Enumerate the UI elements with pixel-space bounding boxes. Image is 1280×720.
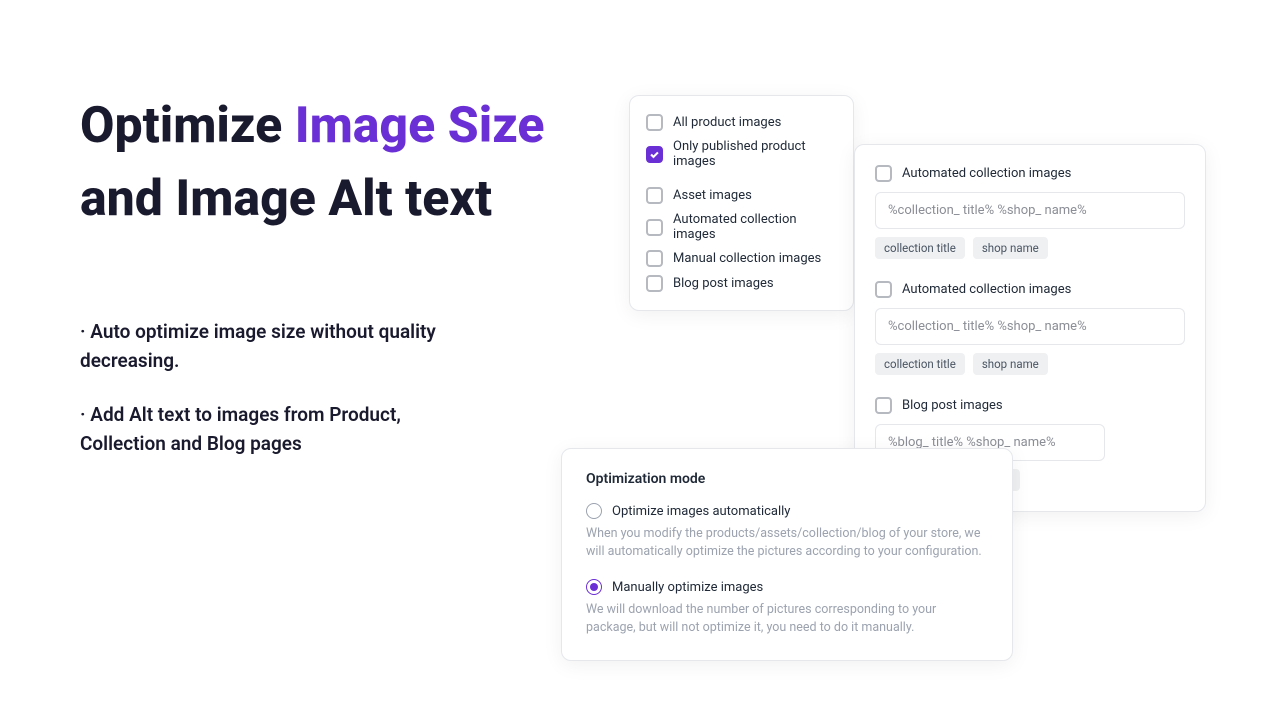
checkbox-icon (646, 146, 663, 163)
radio-optimize-automatically[interactable]: Optimize images automatically (586, 503, 988, 519)
checkbox-icon (646, 219, 663, 236)
checkbox-icon (646, 114, 663, 131)
checkbox-label: Automated collection images (902, 166, 1071, 181)
checkbox-icon (875, 165, 892, 182)
page-heading: Optimize Image Size and Image Alt text (80, 90, 620, 235)
checkbox-label: Only published product images (673, 139, 837, 169)
alt-text-group-1: Automated collection images %collection_ … (875, 281, 1185, 375)
checkbox-icon (646, 275, 663, 292)
bullet-1: · Auto optimize image size without quali… (80, 318, 460, 375)
radio-label: Manually optimize images (612, 580, 763, 595)
checkbox-row-4[interactable]: Manual collection images (646, 250, 837, 267)
checkbox-icon (646, 187, 663, 204)
feature-bullets: · Auto optimize image size without quali… (80, 318, 460, 484)
manual-optimize-help: We will download the number of pictures … (586, 601, 988, 637)
heading-part2: and Image Alt text (80, 170, 492, 228)
optimization-mode-title: Optimization mode (586, 471, 988, 487)
checkbox-row-2[interactable]: Asset images (646, 187, 837, 204)
checkbox-icon (875, 397, 892, 414)
image-types-card: All product images Only published product… (629, 95, 854, 311)
alt-text-group-0: Automated collection images %collection_ … (875, 165, 1185, 259)
checkbox-row[interactable]: Automated collection images (875, 165, 1185, 182)
radio-label: Optimize images automatically (612, 504, 790, 519)
template-tags: collection title shop name (875, 237, 1185, 259)
checkbox-row[interactable]: Automated collection images (875, 281, 1185, 298)
checkbox-label: Automated collection images (673, 212, 837, 242)
template-tag[interactable]: collection title (875, 353, 965, 375)
radio-manual-optimize[interactable]: Manually optimize images (586, 579, 988, 595)
alt-text-template-input[interactable]: %collection_ title% %shop_ name% (875, 192, 1185, 229)
radio-icon (586, 579, 602, 595)
optimization-mode-card: Optimization mode Optimize images automa… (561, 448, 1013, 661)
checkbox-label: Asset images (673, 188, 752, 203)
template-tags: collection title shop name (875, 353, 1185, 375)
heading-accent: Image Size (295, 97, 545, 155)
alt-text-template-input[interactable]: %collection_ title% %shop_ name% (875, 308, 1185, 345)
checkbox-label: Automated collection images (902, 282, 1071, 297)
checkbox-label: All product images (673, 115, 781, 130)
template-tag[interactable]: shop name (973, 353, 1048, 375)
bullet-2: · Add Alt text to images from Product, C… (80, 401, 460, 458)
template-tag[interactable]: collection title (875, 237, 965, 259)
checkbox-row-5[interactable]: Blog post images (646, 275, 837, 292)
checkbox-label: Blog post images (902, 398, 1003, 413)
checkbox-row-0[interactable]: All product images (646, 114, 837, 131)
radio-icon (586, 503, 602, 519)
checkbox-label: Manual collection images (673, 251, 821, 266)
checkbox-icon (646, 250, 663, 267)
checkbox-icon (875, 281, 892, 298)
checkbox-label: Blog post images (673, 276, 774, 291)
checkbox-row-1[interactable]: Only published product images (646, 139, 837, 169)
heading-part1: Optimize (80, 97, 295, 155)
template-tag[interactable]: shop name (973, 237, 1048, 259)
checkbox-row[interactable]: Blog post images (875, 397, 1185, 414)
auto-optimize-help: When you modify the products/assets/coll… (586, 525, 988, 561)
checkbox-row-3[interactable]: Automated collection images (646, 212, 837, 242)
